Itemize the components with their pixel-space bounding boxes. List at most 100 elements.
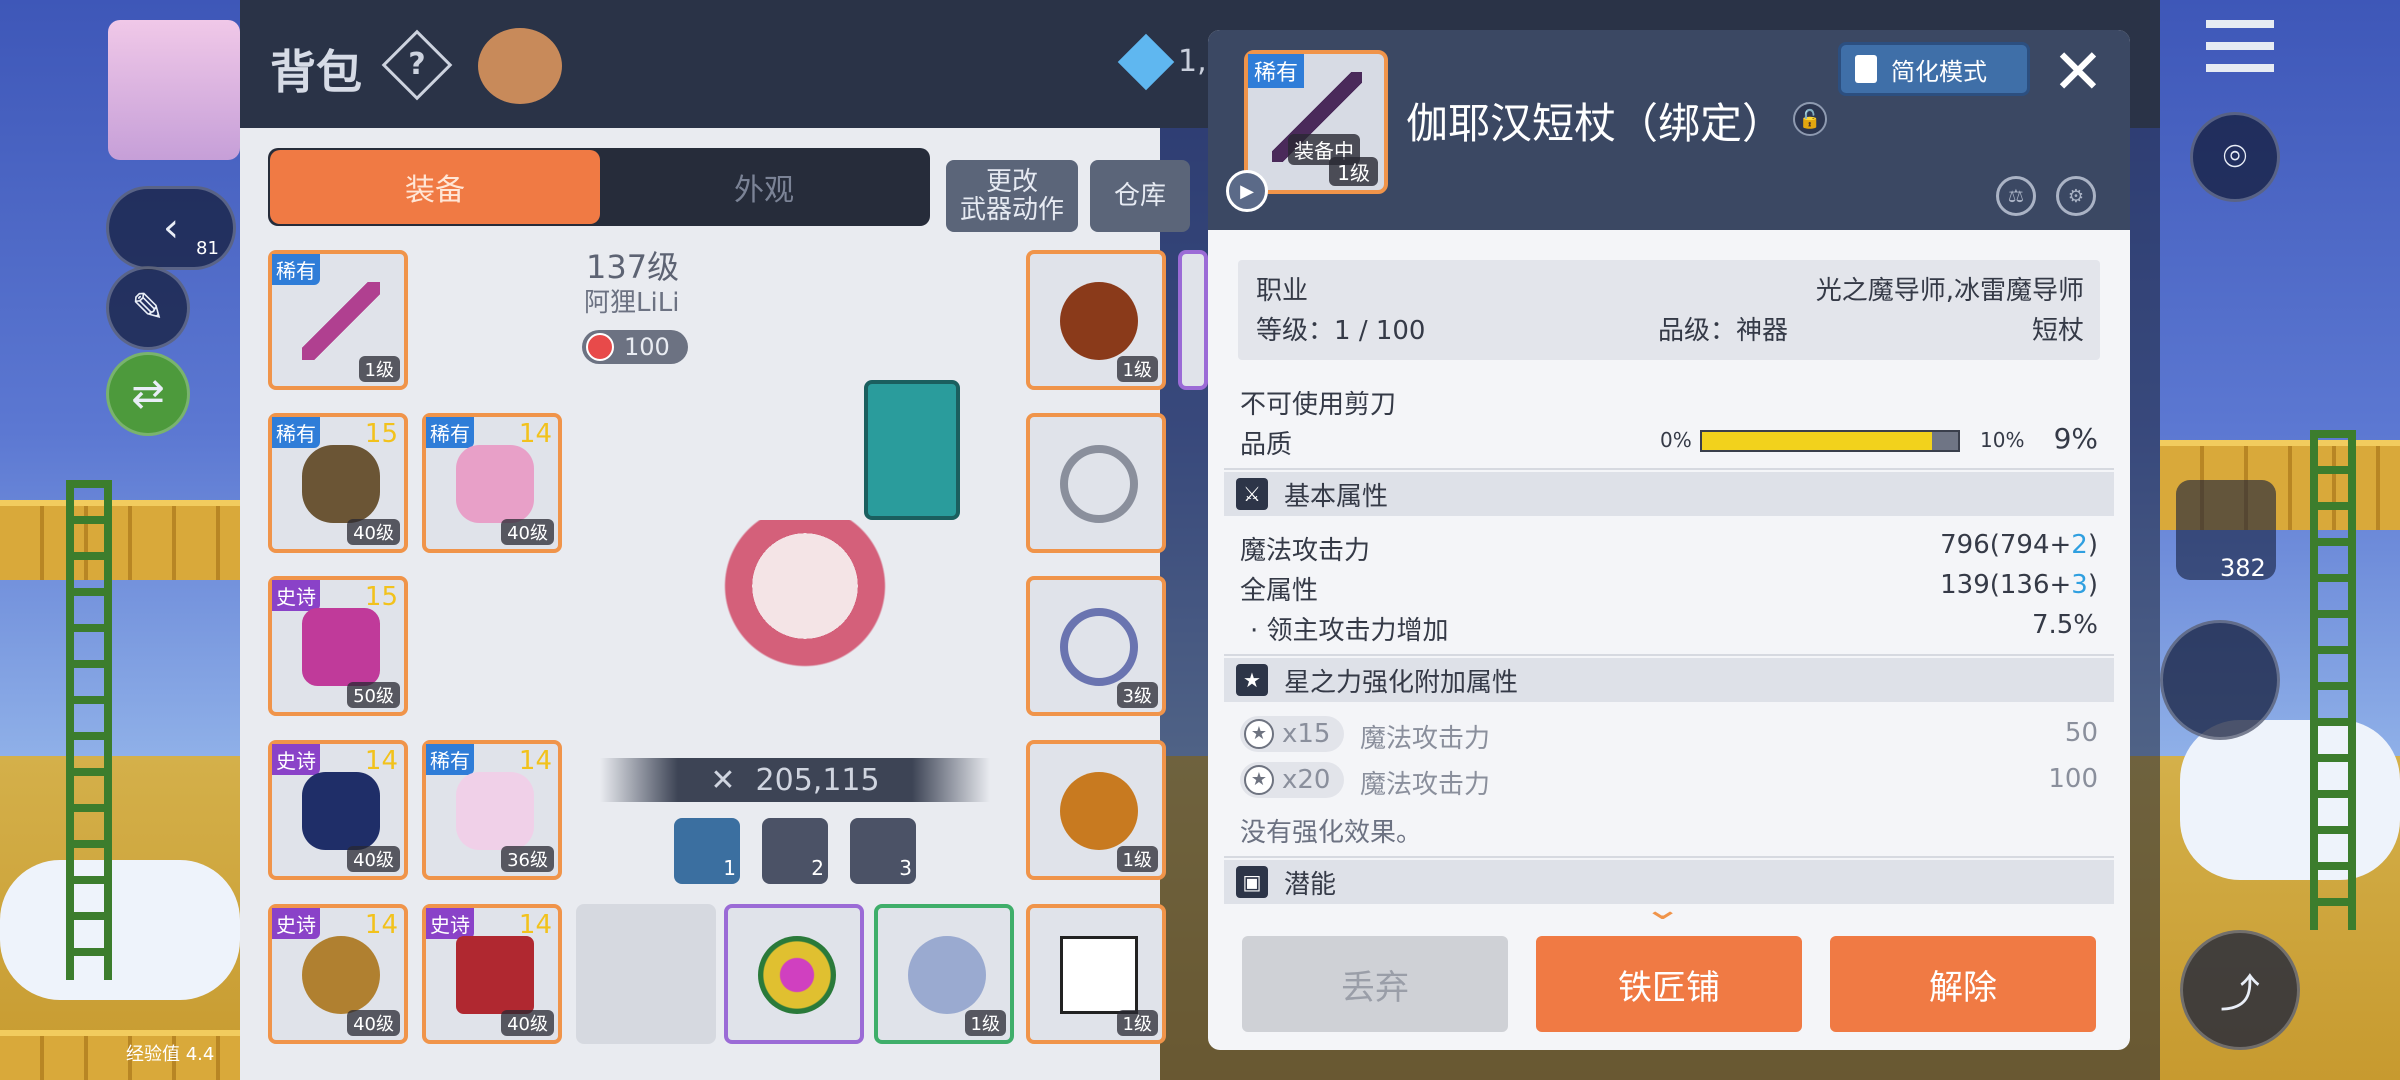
slot-level: 1级 — [358, 356, 400, 382]
menu-icon[interactable] — [2206, 20, 2274, 72]
star-bonus-value: 100 — [2048, 764, 2098, 794]
helmet-icon — [302, 445, 380, 523]
equip-slot-weapon[interactable]: 稀有 1级 — [268, 250, 408, 390]
level-label-text: 等级： — [1256, 316, 1335, 346]
scroll-icon: ✎ — [131, 285, 165, 331]
quality-value: 9% — [2053, 422, 2098, 455]
equip-slot-empty[interactable] — [576, 904, 716, 1044]
star-badge: 14 — [364, 746, 398, 776]
stat-bonus: 3 — [2071, 570, 2088, 600]
preset-1[interactable]: 1 — [674, 818, 740, 884]
rarity-badge: 史诗 — [272, 744, 320, 775]
question-icon: ? — [408, 47, 426, 82]
preset-2[interactable]: 2 — [762, 818, 828, 884]
rarity-badge: 稀有 — [426, 417, 474, 448]
belt-icon — [302, 936, 380, 1014]
star-icon: ★ — [1244, 765, 1274, 795]
job-value: 光之魔导师,冰雷魔导师 — [1815, 276, 2084, 306]
simple-mode-button[interactable]: 简化模式 — [1838, 42, 2030, 96]
equip-slot-edge — [1178, 250, 1208, 390]
stat-bonus: 2 — [2071, 530, 2088, 560]
skill-button[interactable] — [2160, 620, 2280, 740]
play-preview-button[interactable]: ▶ — [1226, 170, 1268, 212]
tab-appearance[interactable]: 外观 — [600, 150, 928, 224]
handshake-icon: ⇄ — [131, 371, 165, 417]
map-pin-button[interactable]: ⌾ — [2190, 112, 2280, 202]
arrow-icon: ⤴ — [2220, 971, 2260, 1017]
pet-avatar[interactable] — [478, 28, 562, 104]
star-bonus-name: 魔法攻击力 — [1360, 724, 1491, 754]
character-name: 阿狸LiLi — [584, 288, 680, 318]
star-icon — [586, 333, 614, 361]
potion-count: 382 — [2220, 554, 2266, 582]
item-level-badge: 1级 — [1329, 157, 1378, 186]
sword-icon: ⚔ — [1236, 478, 1268, 510]
settings-compare-icon[interactable]: ⚙ — [2056, 176, 2096, 216]
scroll-button[interactable]: ✎ — [106, 266, 190, 350]
stat-name: 魔法攻击力 — [1240, 536, 1371, 566]
grade-label-text: 品级： — [1658, 316, 1737, 346]
equip-slot-cape[interactable]: 史诗 14 40级 — [422, 904, 562, 1044]
chevron-down-icon[interactable]: ⌄ — [1642, 892, 1682, 927]
star-badge: 14 — [364, 910, 398, 940]
badge-icon — [908, 936, 986, 1014]
star-force-header: ★ 星之力强化附加属性 — [1224, 658, 2114, 702]
equip-slot-ring-1[interactable] — [1026, 413, 1166, 553]
equip-slot-face[interactable]: 稀有 14 40级 — [422, 413, 562, 553]
stat-close: ) — [2087, 570, 2098, 600]
ladder — [2310, 430, 2356, 930]
stat-base: 796(794+ — [1940, 530, 2072, 560]
divider — [1224, 468, 2114, 470]
equip-slot-hat[interactable]: 稀有 15 40级 — [268, 413, 408, 553]
star-icon: ★ — [1236, 664, 1268, 696]
pet-gameboy — [864, 380, 960, 520]
cloud — [0, 860, 240, 1000]
item-icon: 稀有 装备中 1级 — [1244, 50, 1388, 194]
equip-slot-ring-2[interactable]: 3级 — [1026, 576, 1166, 716]
equip-slot-emblem[interactable] — [724, 904, 864, 1044]
equip-slot-overall[interactable]: 史诗 15 50级 — [268, 576, 408, 716]
equip-slot-badge[interactable]: 1级 — [874, 904, 1014, 1044]
exp-text: 经验值 4.4 — [126, 1044, 215, 1065]
star-badge: 15 — [364, 419, 398, 449]
equip-slot-pocket[interactable]: 1级 — [1026, 904, 1166, 1044]
handshake-button[interactable]: ⇄ — [106, 352, 190, 436]
equip-slot-shoes[interactable]: 稀有 14 36级 — [422, 740, 562, 880]
combat-power-value: 205,115 — [755, 762, 880, 798]
stat-value: 796(794+2) — [1808, 530, 2098, 560]
quality-max: 10% — [1980, 428, 2025, 452]
compare-icon[interactable]: ⚖ — [1996, 176, 2036, 216]
discard-button[interactable]: 丢弃 — [1242, 936, 1508, 1032]
slot-level: 40级 — [501, 1010, 554, 1036]
equip-slot-pendant[interactable]: 1级 — [1026, 250, 1166, 390]
potential-title: 潜能 — [1284, 869, 1337, 900]
quality-min: 0% — [1660, 428, 1692, 452]
jump-button[interactable]: ⤴ — [2180, 930, 2300, 1050]
star-icon: ★ — [1244, 719, 1274, 749]
star-count: x15 — [1282, 719, 1331, 749]
chevron-left-icon: ‹ — [163, 205, 179, 251]
stat-close: ) — [2087, 530, 2098, 560]
stat-name: · 领主攻击力增加 — [1250, 616, 1449, 646]
change-weapon-action-button[interactable]: 更改 武器动作 — [946, 160, 1078, 232]
quality-bar — [1700, 430, 1960, 452]
player-avatar[interactable] — [108, 20, 240, 160]
storage-button[interactable]: 仓库 — [1090, 160, 1190, 232]
unlock-icon[interactable]: 🔓 — [1793, 102, 1827, 136]
equip-slot-glove[interactable]: 史诗 14 40级 — [268, 740, 408, 880]
slot-level: 36级 — [501, 846, 554, 872]
stat-name: 全属性 — [1240, 576, 1319, 606]
power-value: 100 — [624, 333, 670, 361]
preset-3[interactable]: 3 — [850, 818, 916, 884]
blacksmith-button[interactable]: 铁匠铺 — [1536, 936, 1802, 1032]
star-badge: 14 — [518, 746, 552, 776]
star-count-chip: ★ x15 — [1240, 716, 1344, 752]
stat-base: 139(136+ — [1940, 570, 2072, 600]
equip-slot-earring[interactable]: 1级 — [1026, 740, 1166, 880]
rarity-badge: 史诗 — [272, 908, 320, 939]
unequip-button[interactable]: 解除 — [1830, 936, 2096, 1032]
equip-slot-belt[interactable]: 史诗 14 40级 — [268, 904, 408, 1044]
tab-equipment[interactable]: 装备 — [270, 150, 600, 224]
close-button[interactable]: ✕ — [2048, 41, 2108, 103]
basic-stats-header: ⚔ 基本属性 — [1224, 472, 2114, 516]
